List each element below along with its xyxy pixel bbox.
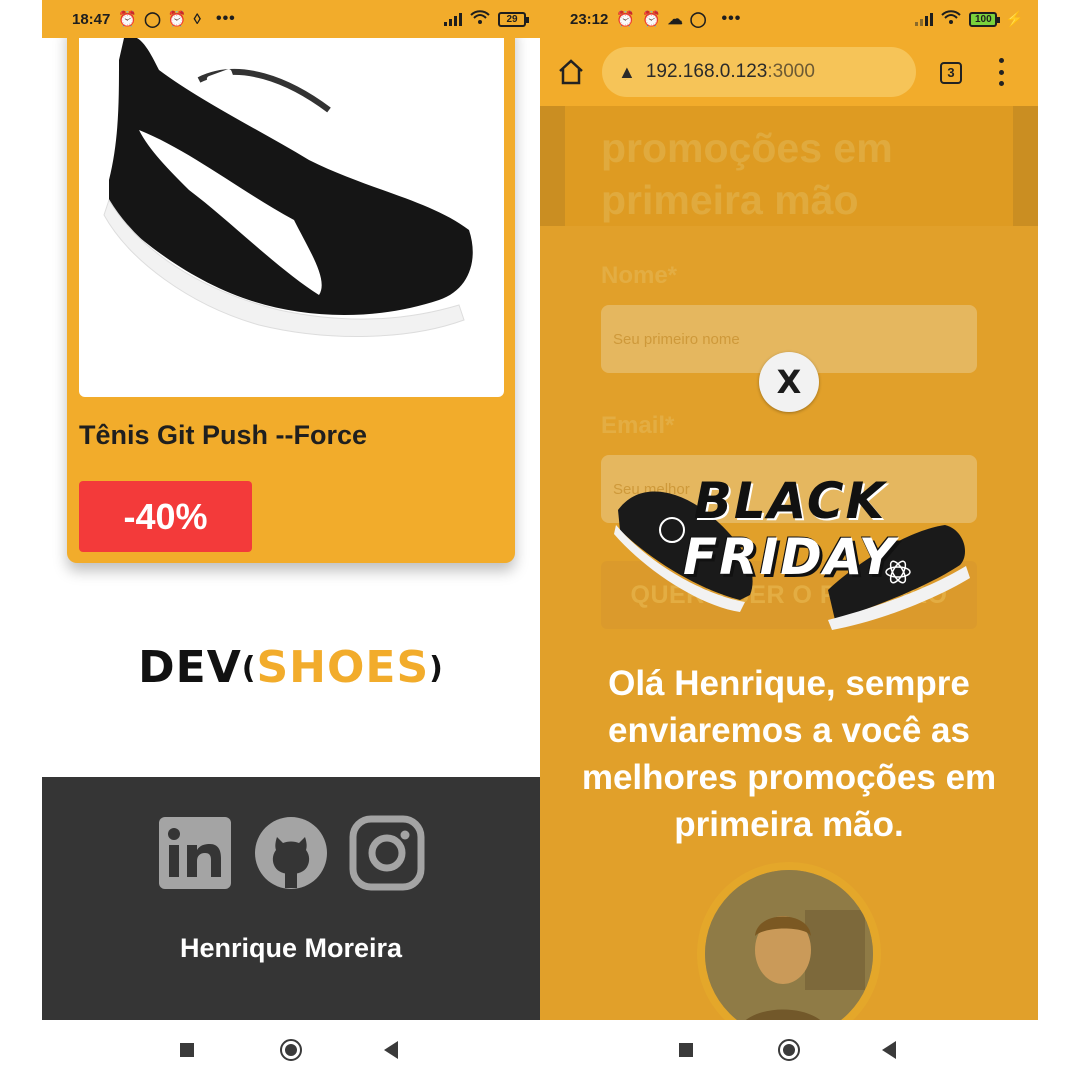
status-time: 23:12 xyxy=(570,10,609,28)
alarm-icon: ⏰ xyxy=(616,11,636,28)
more-notifications-icon: ••• xyxy=(721,10,742,27)
warning-icon: ▲ xyxy=(618,61,636,82)
logo-dev-text: DEV xyxy=(138,642,242,693)
alarm-icon: ⏰ xyxy=(167,11,187,28)
product-title: Tênis Git Push --Force xyxy=(79,420,368,450)
charging-icon: ⚡ xyxy=(1005,11,1024,28)
signal-icon xyxy=(915,12,934,26)
discount-badge: -40% xyxy=(79,481,252,552)
back-icon[interactable] xyxy=(384,1041,398,1059)
wifi-icon xyxy=(470,10,490,28)
back-icon[interactable] xyxy=(882,1041,896,1059)
recent-apps-icon[interactable] xyxy=(180,1043,194,1057)
black-friday-line-1: BLACK xyxy=(693,472,887,530)
right-phone-screen: promoções em primeira mão Nome* Seu prim… xyxy=(540,0,1038,1020)
cloud-icon: ☁ xyxy=(667,11,683,28)
close-modal-button[interactable]: X xyxy=(759,352,819,412)
recent-apps-icon[interactable] xyxy=(679,1043,693,1057)
black-friday-line-2: FRIDAY xyxy=(683,528,897,586)
more-notifications-icon: ••• xyxy=(215,10,236,27)
battery-icon: 100 xyxy=(969,11,1001,27)
signal-icon xyxy=(444,12,462,26)
logo-close-bracket: ) xyxy=(429,651,444,686)
status-time: 18:47 xyxy=(72,10,111,28)
wifi-icon xyxy=(941,10,962,28)
screenshot-canvas: Tênis Git Push --Force -40% DEV(SHOES) H… xyxy=(0,0,1080,1080)
alarm-icon: ⏰ xyxy=(642,11,661,28)
logo-shoes-text: SHOES xyxy=(256,642,430,693)
product-image xyxy=(79,20,504,397)
home-button-icon[interactable] xyxy=(778,1039,800,1061)
footer-author-name: Henrique Moreira xyxy=(179,933,403,963)
linkedin-icon[interactable] xyxy=(157,815,233,891)
browser-toolbar: ▲ 192.168.0.123:3000 3 xyxy=(540,38,1038,106)
battery-icon: 29 xyxy=(498,11,529,27)
app-notification-icon: ◊ xyxy=(193,10,201,28)
address-bar[interactable]: ▲ 192.168.0.123:3000 xyxy=(602,47,916,97)
status-bar: 23:12 ⏰ ⏰ ☁ ◯ ••• 100 ⚡ xyxy=(540,0,1038,38)
instagram-icon[interactable] xyxy=(349,815,425,891)
url-port: :3000 xyxy=(767,61,815,82)
android-navigation-bar xyxy=(0,1020,1080,1080)
footer: Henrique Moreira xyxy=(42,777,540,1020)
left-phone-screen: Tênis Git Push --Force -40% DEV(SHOES) H… xyxy=(42,0,540,1020)
devshoes-logo[interactable]: DEV(SHOES) xyxy=(42,642,540,693)
alarm-icon: ⏰ xyxy=(118,11,138,28)
home-icon[interactable] xyxy=(558,58,584,86)
whatsapp-icon: ◯ xyxy=(689,11,707,28)
overflow-menu-icon[interactable] xyxy=(996,58,1006,86)
product-card[interactable]: Tênis Git Push --Force -40% xyxy=(67,20,515,563)
logo-open-bracket: ( xyxy=(241,651,257,686)
black-friday-graphic: BLACK FRIDAY xyxy=(610,470,970,650)
home-button-icon[interactable] xyxy=(280,1039,302,1061)
github-icon[interactable] xyxy=(253,815,329,891)
status-bar: 18:47 ⏰ ◯ ⏰ ◊ ••• 29 xyxy=(42,0,540,38)
modal-message: Olá Henrique, sempre enviaremos a você a… xyxy=(581,664,997,844)
social-links xyxy=(42,815,540,891)
tab-switcher-button[interactable]: 3 xyxy=(940,62,962,84)
whatsapp-icon: ◯ xyxy=(144,11,161,28)
url-host: 192.168.0.123 xyxy=(645,61,768,82)
